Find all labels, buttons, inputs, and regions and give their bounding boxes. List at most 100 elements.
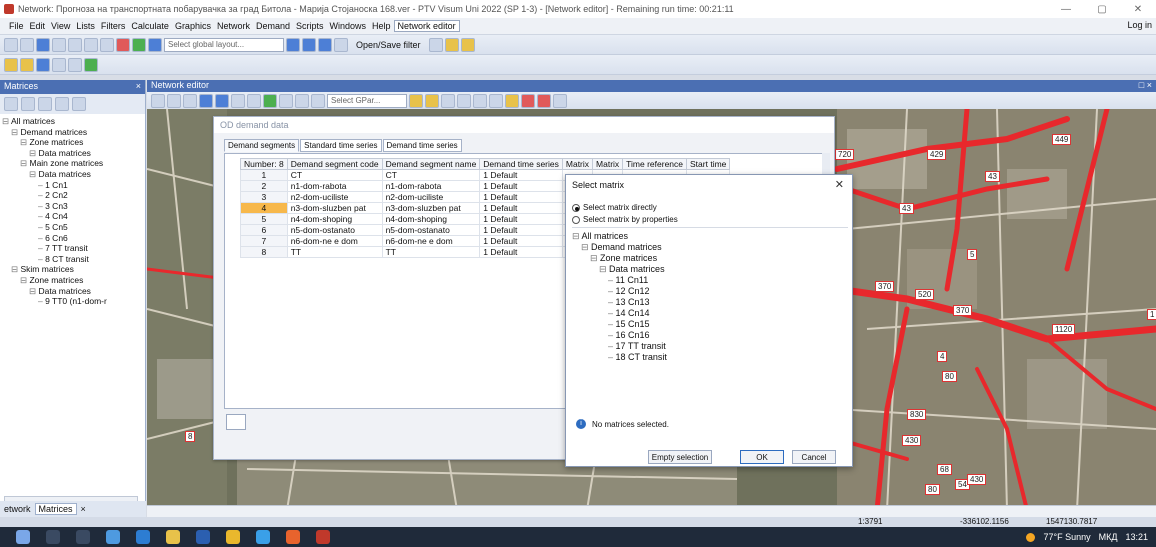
table-icon[interactable] <box>84 37 98 52</box>
matrix-tool-icon-5[interactable] <box>72 97 86 111</box>
table-cell[interactable]: 1 Default <box>479 180 563 192</box>
select-matrix-tree-item[interactable]: ⊟ Demand matrices <box>572 242 848 253</box>
menu-help[interactable]: Help <box>369 21 394 31</box>
view-icon-2[interactable] <box>457 93 471 108</box>
table-cell[interactable]: CT <box>286 169 383 181</box>
matrix-tree-item[interactable]: – 3 Cn3 <box>2 201 143 212</box>
select-matrix-tree-item[interactable]: – 15 Cn15 <box>572 319 848 330</box>
table-cell[interactable]: n5-dom-ostanato <box>286 224 383 236</box>
language-indicator[interactable]: МКД <box>1099 532 1118 542</box>
table-cell[interactable]: n3-dom-sluzben pat <box>286 202 383 214</box>
pointer-icon[interactable] <box>167 93 181 108</box>
open-save-filter-label[interactable]: Open/Save filter <box>350 40 427 50</box>
explorer-icon[interactable] <box>166 530 180 544</box>
matrix-tree-item[interactable]: ⊟ Zone matrices <box>2 137 143 148</box>
matrix-tree-item[interactable]: ⊟ Demand matrices <box>2 127 143 138</box>
table-cell[interactable]: 6 <box>240 224 288 236</box>
table-cell[interactable]: TT <box>381 246 481 258</box>
tab-standard-time-series[interactable]: Standard time series <box>300 139 382 152</box>
matrix-tool-icon-4[interactable] <box>55 97 69 111</box>
gpar-select[interactable]: Select GPar... <box>327 93 407 108</box>
search-icon[interactable] <box>46 530 60 544</box>
edit-segment-icon[interactable] <box>226 414 246 430</box>
graph-icon[interactable] <box>100 37 114 52</box>
network-editor-close[interactable]: □ × <box>1139 80 1152 90</box>
table-cell[interactable]: 1 Default <box>479 224 563 236</box>
tab-network[interactable]: etwork <box>4 504 31 514</box>
connector-icon[interactable] <box>247 93 261 108</box>
select-matrix-tree-item[interactable]: ⊟ Zone matrices <box>572 253 848 264</box>
undo-icon[interactable] <box>52 57 66 72</box>
radio-select-directly[interactable]: Select matrix directly <box>572 203 657 212</box>
table-cell[interactable]: 1 Default <box>479 202 563 214</box>
table-cell[interactable]: 4 <box>240 202 288 214</box>
filter-dropdown-icon[interactable] <box>428 37 443 52</box>
table-cell[interactable]: 1 Default <box>479 169 563 181</box>
run-icon[interactable] <box>84 57 98 72</box>
grid-icon[interactable] <box>68 37 82 52</box>
select-matrix-tree-item[interactable]: ⊟ Data matrices <box>572 264 848 275</box>
procedure-icon[interactable] <box>116 37 130 52</box>
table-cell[interactable]: 2 <box>240 180 288 192</box>
column-header[interactable]: Number: 8 <box>240 158 288 170</box>
matrix-tool-icon-2[interactable] <box>21 97 35 111</box>
table-cell[interactable]: n1-dom-rabota <box>286 180 383 192</box>
weather-text[interactable]: 77°F Sunny <box>1043 532 1090 542</box>
menu-view[interactable]: View <box>48 21 73 31</box>
menu-demand[interactable]: Demand <box>253 21 293 31</box>
table-cell[interactable]: 1 Default <box>479 191 563 203</box>
new-file-icon[interactable] <box>4 57 18 72</box>
select-matrix-tree-item[interactable]: ⊟ All matrices <box>572 231 848 242</box>
zone-icon[interactable] <box>231 93 245 108</box>
column-header[interactable]: Matrix <box>561 158 594 170</box>
matrix-tool-icon-3[interactable] <box>38 97 52 111</box>
ok-button[interactable]: OK <box>740 450 784 464</box>
tab-close-icon[interactable]: × <box>81 504 86 514</box>
matrix-tree-item[interactable]: – 8 CT transit <box>2 254 143 265</box>
close-window-button[interactable]: ✕ <box>1120 0 1156 18</box>
table-cell[interactable]: n2-dom-uciliste <box>381 191 481 203</box>
windows-start-icon[interactable] <box>16 530 30 544</box>
select-matrix-tree-item[interactable]: – 11 Cn11 <box>572 275 848 286</box>
menu-graphics[interactable]: Graphics <box>172 21 214 31</box>
menu-network-editor[interactable]: Network editor <box>393 20 460 32</box>
poi-icon[interactable] <box>311 93 325 108</box>
tab-matrices[interactable]: Matrices <box>34 503 77 515</box>
stop-icon[interactable] <box>263 93 277 108</box>
layer-icon[interactable] <box>148 37 162 52</box>
network-icon[interactable] <box>4 37 18 52</box>
table-cell[interactable]: n5-dom-ostanato <box>381 224 481 236</box>
redo-icon[interactable] <box>68 57 82 72</box>
matrix-tree-item[interactable]: – 6 Cn6 <box>2 233 143 244</box>
close-panel-icon[interactable]: × <box>136 81 141 91</box>
menu-filters[interactable]: Filters <box>98 21 129 31</box>
matrix-tree-item[interactable]: – 1 Cn1 <box>2 180 143 191</box>
turn-icon[interactable] <box>295 93 309 108</box>
table-cell[interactable]: n3-dom-sluzben pat <box>381 202 481 214</box>
select-matrix-tree-item[interactable]: – 14 Cn14 <box>572 308 848 319</box>
view-icon-1[interactable] <box>441 93 455 108</box>
matrix-tree-item[interactable]: – 9 TT0 (n1-dom-r <box>2 296 143 307</box>
menu-file[interactable]: File <box>6 21 27 31</box>
select-icon[interactable] <box>151 93 165 108</box>
view-icon-4[interactable] <box>489 93 503 108</box>
dialog-close-icon[interactable]: ✕ <box>835 178 844 191</box>
table-cell[interactable]: n1-dom-rabota <box>381 180 481 192</box>
menu-lists[interactable]: Lists <box>73 21 98 31</box>
table-cell[interactable]: 7 <box>240 235 288 247</box>
mail-icon[interactable] <box>136 530 150 544</box>
matrix-tree-item[interactable]: ⊟ Main zone matrices <box>2 158 143 169</box>
draw-icon[interactable] <box>505 93 519 108</box>
menu-calculate[interactable]: Calculate <box>128 21 172 31</box>
cancel-button[interactable]: Cancel <box>792 450 836 464</box>
word-icon[interactable] <box>196 530 210 544</box>
empty-selection-button[interactable]: Empty selection <box>648 450 712 464</box>
filter-open-icon[interactable] <box>444 37 459 52</box>
table-cell[interactable]: n2-dom-uciliste <box>286 191 383 203</box>
menu-network[interactable]: Network <box>214 21 253 31</box>
filter-icon[interactable] <box>52 37 66 52</box>
select-matrix-tree-item[interactable]: – 16 Cn16 <box>572 330 848 341</box>
column-header[interactable]: Start time <box>686 158 731 170</box>
matrix-tree-item[interactable]: – 4 Cn4 <box>2 211 143 222</box>
mode-icon[interactable] <box>20 37 34 52</box>
